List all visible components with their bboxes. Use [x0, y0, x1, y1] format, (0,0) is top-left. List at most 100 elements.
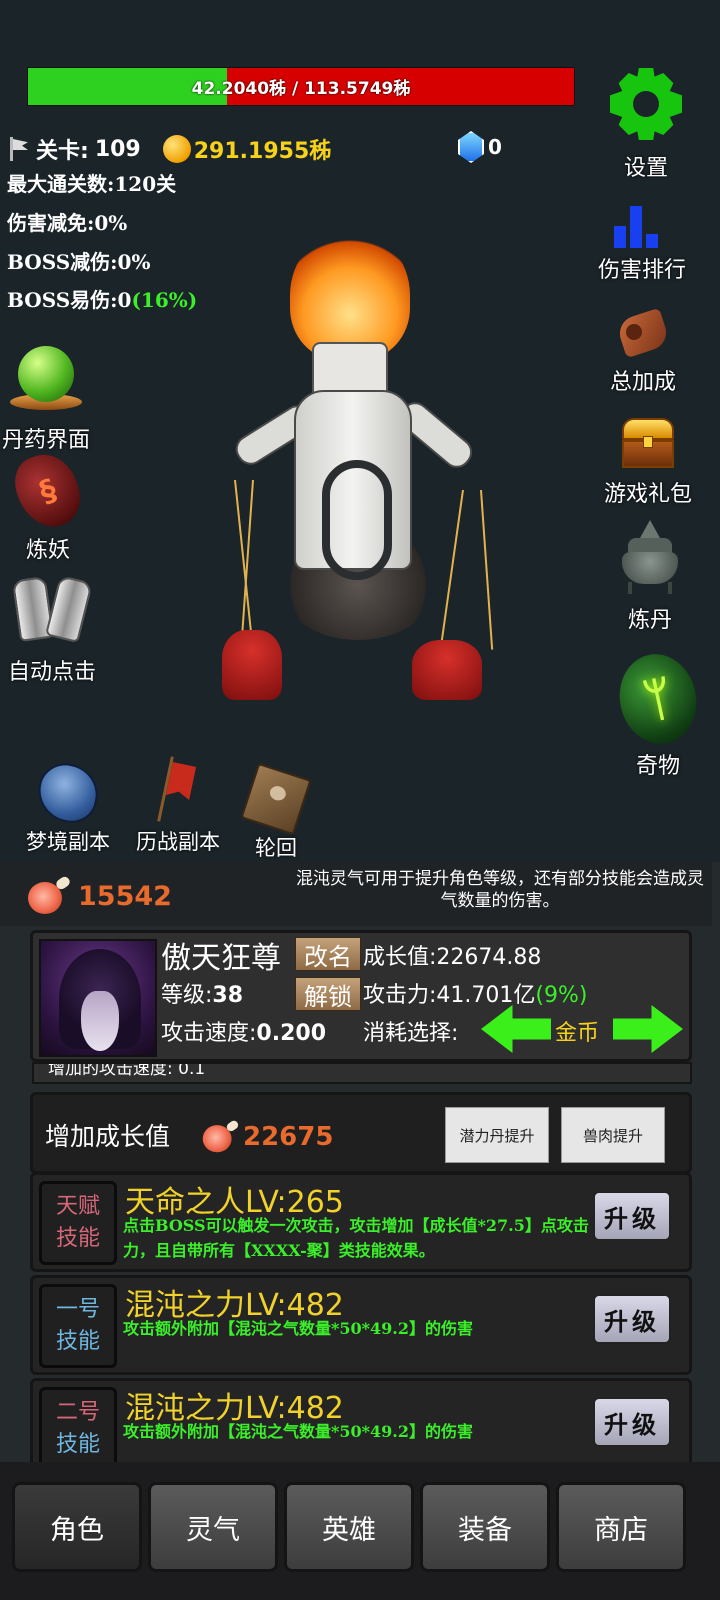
skill-description: 攻击额外附加【混沌之气数量*50*49.2】的伤害 [123, 1422, 473, 1441]
curios-button[interactable]: ᛘ 奇物 [611, 647, 705, 780]
character-card: 傲天狂尊 改名 成长值:22674.88 等级:38 解锁 攻击力:41.701… [30, 930, 692, 1062]
alchemy-button[interactable]: 炼丹 [618, 518, 682, 634]
rune-stone-icon: ᛘ [611, 647, 705, 751]
skill-card-second: 二号 技能 混沌之力LV:482 攻击额外附加【混沌之气数量*50*49.2】的… [30, 1378, 692, 1462]
skill-tag-line2: 技能 [55, 1432, 100, 1457]
damage-rank-button[interactable]: 伤害排行 [598, 204, 686, 284]
green-orb-icon [10, 346, 82, 418]
level-stat-label: 等级: [161, 983, 213, 1008]
skill-tag: 天赋 技能 [39, 1181, 117, 1265]
total-bonus-button[interactable]: 总加成 [610, 306, 676, 396]
panel-header: 15542 混沌灵气可用于提升角色等级，还有部分技能会造成灵气数量的伤害。 [0, 862, 712, 926]
gauntlet-icon [11, 574, 93, 650]
war-banner-icon [158, 756, 198, 822]
skill-card-first: 一号 技能 混沌之力LV:482 攻击额外附加【混沌之气数量*50*49.2】的… [30, 1275, 692, 1375]
bottom-nav: 角色 灵气 英雄 装备 商店 [0, 1462, 720, 1600]
red-puppet-right [412, 640, 482, 700]
stage-row: 关卡: 109 291.1955秭 [8, 133, 331, 165]
unlock-button[interactable]: 解锁 [295, 977, 361, 1011]
add-growth-title: 增加成长值 [45, 1122, 171, 1151]
dream-stone-icon [32, 758, 104, 828]
dream-dungeon-button[interactable]: 梦境副本 [26, 758, 110, 856]
puppet-string [439, 489, 464, 649]
level-stat: 等级:38 [161, 977, 243, 1009]
pill-interface-button[interactable]: 丹药界面 [2, 346, 90, 454]
boss-vuln-label: BOSS易伤:0 [7, 288, 132, 312]
damage-rank-label: 伤害排行 [598, 258, 687, 283]
skill-tag-line1: 天赋 [55, 1194, 100, 1219]
attack-stat-label: 攻击力: [363, 983, 437, 1008]
gear-icon [604, 62, 688, 146]
skill-tag-line1: 二号 [55, 1400, 100, 1425]
alchemy-label: 炼丹 [627, 608, 672, 633]
upgrade-button[interactable]: 升级 [593, 1191, 671, 1241]
red-puppet-left [222, 630, 282, 700]
boss-snake [322, 460, 392, 580]
cost-select-label: 消耗选择: [363, 1021, 459, 1046]
meat-counter: 15542 [26, 874, 172, 916]
gem-count: 0 [488, 135, 502, 159]
growth-meat-value: 22675 [243, 1122, 334, 1152]
boss-hp-bar: 42.2040秭 / 113.5749秭 [27, 67, 575, 106]
auto-click-label: 自动点击 [8, 660, 97, 685]
attack-stat-bonus: (9%) [535, 983, 588, 1008]
skill-card-talent: 天赋 技能 天命之人LV:265 点击BOSS可以触发一次攻击，攻击增加【成长值… [30, 1172, 692, 1272]
gift-pack-label: 游戏礼包 [604, 482, 693, 507]
damage-reduction-stat: 伤害减免:0% [7, 211, 128, 235]
scroll-icon [614, 306, 672, 360]
tab-equipment[interactable]: 装备 [420, 1482, 550, 1572]
boss-flame-head [290, 230, 410, 360]
rename-button[interactable]: 改名 [295, 937, 361, 971]
stage-label: 关卡: [36, 139, 89, 164]
skill-tag-line2: 技能 [55, 1226, 100, 1251]
skill-tag: 一号 技能 [39, 1284, 117, 1368]
skill-list[interactable]: 增加成长值 22675 潜力丹提升 兽肉提升 天赋 技能 天命之人LV:265 … [0, 1084, 720, 1462]
upgrade-button[interactable]: 升级 [593, 1397, 671, 1447]
boss-vulnerability-stat: BOSS易伤:0(16%) [7, 284, 197, 313]
chaos-qi-hint: 混沌灵气可用于提升角色等级，还有部分技能会造成灵气数量的伤害。 [296, 869, 704, 911]
cost-prev-arrow-icon[interactable] [481, 1005, 551, 1053]
meat-upgrade-button[interactable]: 兽肉提升 [561, 1107, 665, 1163]
reincarnation-button[interactable]: 轮回 [240, 762, 312, 862]
auto-click-button[interactable]: 自动点击 [8, 574, 96, 686]
gem-icon [458, 131, 484, 163]
tab-spirit-qi[interactable]: 灵气 [148, 1482, 278, 1572]
attack-speed-increase-text: 增加的攻击速度: 0.1 [48, 1062, 206, 1079]
boss-reduction-stat: BOSS减伤:0% [7, 250, 151, 274]
gift-pack-button[interactable]: 游戏礼包 [604, 414, 692, 508]
puppet-string [480, 489, 494, 650]
speed-stat-value: 0.200 [256, 1021, 327, 1046]
attack-stat-value: 41.701亿 [436, 983, 536, 1008]
potential-pill-upgrade-button[interactable]: 潜力丹提升 [445, 1107, 549, 1163]
tab-heroes[interactable]: 英雄 [284, 1482, 414, 1572]
boss-vuln-bonus: (16%) [131, 288, 198, 312]
max-clear-stat: 最大通关数:120关 [7, 172, 177, 196]
growth-stat-value: 22674.88 [436, 945, 542, 970]
book-icon [240, 762, 312, 836]
battle-dungeon-button[interactable]: 历战副本 [136, 756, 220, 856]
meat-icon [201, 1119, 240, 1154]
add-growth-card: 增加成长值 22675 潜力丹提升 兽肉提升 [30, 1092, 692, 1174]
battle-dungeon-label: 历战副本 [136, 830, 220, 854]
cost-next-arrow-icon[interactable] [613, 1005, 683, 1053]
meat-count: 15542 [78, 880, 172, 912]
refine-demon-button[interactable]: § 炼妖 [7, 445, 89, 564]
settings-button[interactable]: 设置 [604, 62, 688, 182]
boss-puppet-master[interactable] [212, 230, 502, 720]
treasure-chest-icon [618, 414, 678, 472]
upgrade-button[interactable]: 升级 [593, 1294, 671, 1344]
total-bonus-label: 总加成 [610, 370, 677, 395]
hero-avatar [39, 939, 157, 1057]
tab-shop[interactable]: 商店 [556, 1482, 686, 1572]
attack-speed-row-partial: 增加的攻击速度: 0.1 [32, 1062, 692, 1084]
growth-stat-label: 成长值: [363, 945, 437, 970]
stage-value: 109 [94, 136, 141, 162]
settings-label: 设置 [623, 156, 668, 181]
gold-amount: 291.1955秭 [193, 139, 332, 164]
character-name: 傲天狂尊 [161, 941, 281, 976]
dream-dungeon-label: 梦境副本 [26, 830, 110, 854]
attack-stat: 攻击力:41.701亿(9%) [363, 977, 587, 1009]
tab-character[interactable]: 角色 [12, 1482, 142, 1572]
demon-stone-icon: § [7, 445, 89, 537]
reincarnation-label: 轮回 [255, 836, 297, 860]
